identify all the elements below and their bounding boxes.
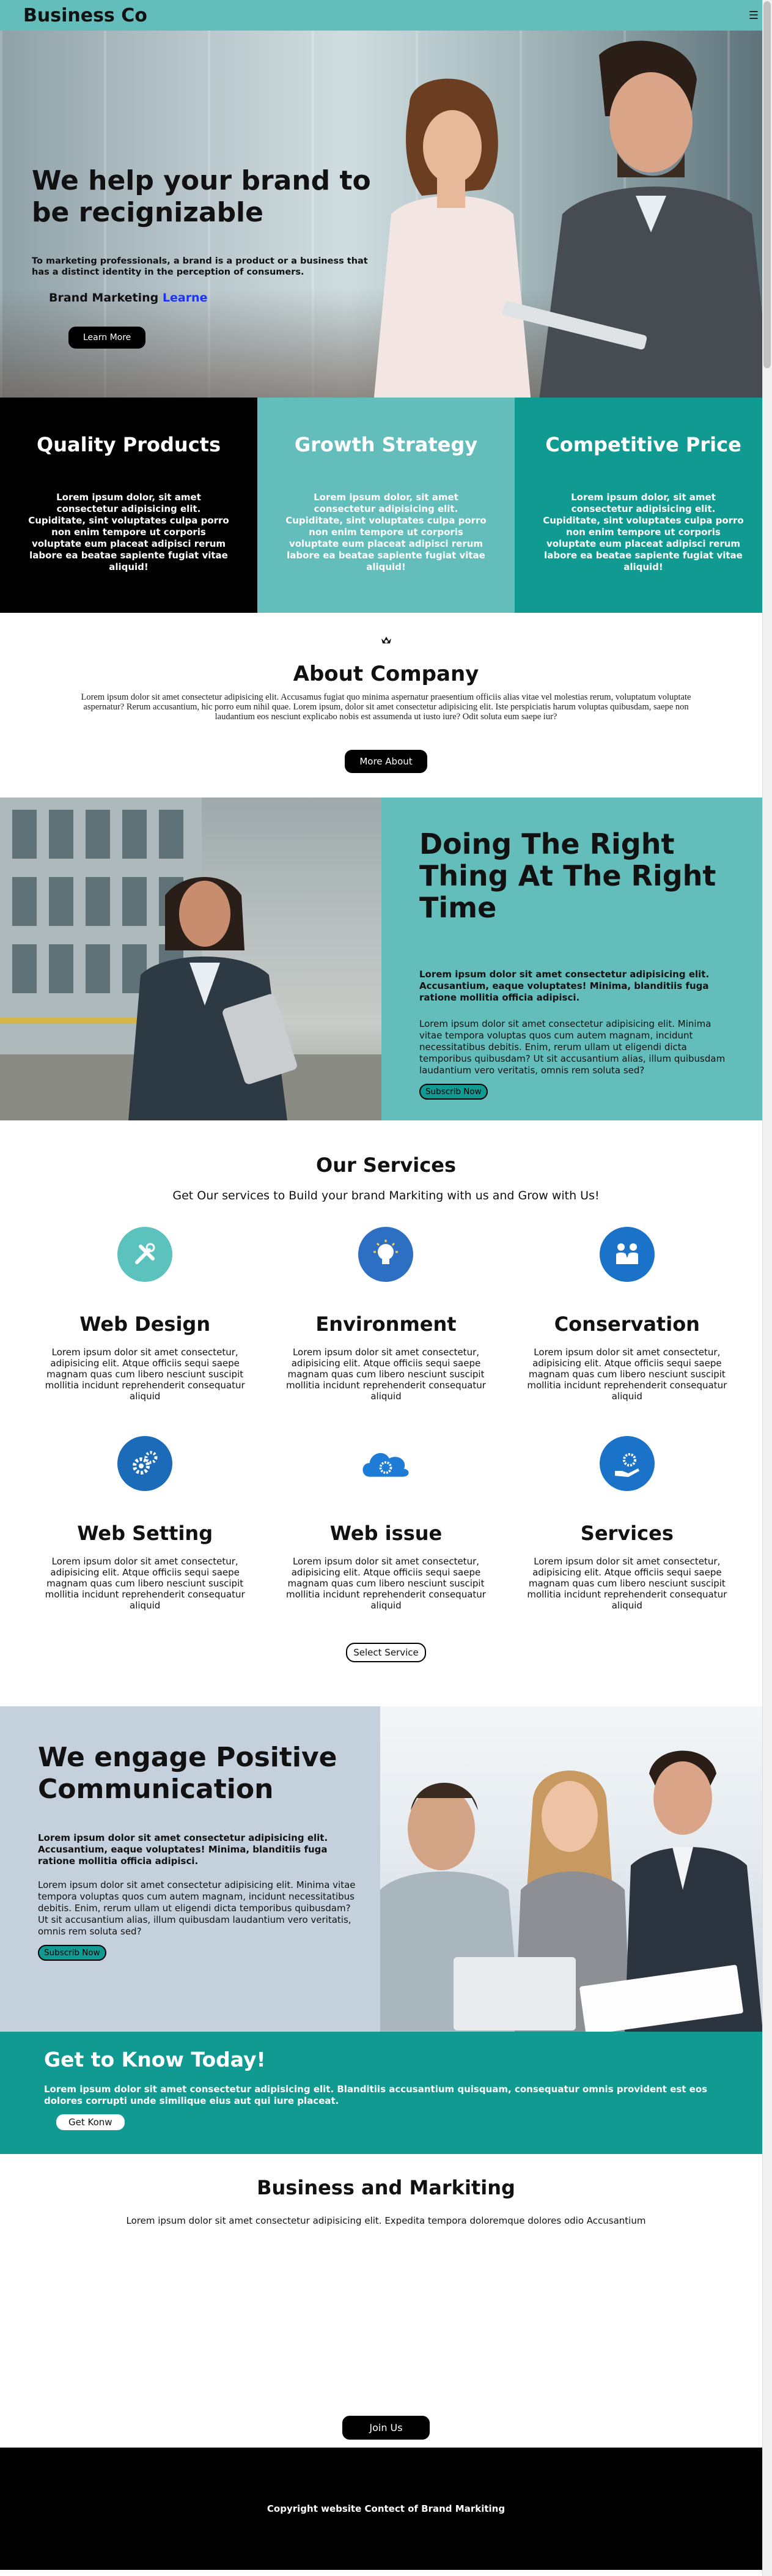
service-title: Environment [315,1312,457,1336]
service-card-environment: Environment Lorem ipsum dolor sit amet c… [265,1227,506,1402]
service-text: Lorem ipsum dolor sit amet consectetur, … [527,1347,727,1402]
right-thing-title: Doing The Right Thing At The Right Time [419,827,716,924]
know-text: Lorem ipsum dolor sit amet consectetur a… [44,2084,708,2106]
service-title: Web Design [79,1312,211,1336]
feature-growth-strategy: Growth Strategy Lorem ipsum dolor, sit a… [257,398,515,613]
engage-panel: We engage Positive Communication Lorem i… [0,1706,380,2032]
service-card-services: Services Lorem ipsum dolor sit amet cons… [507,1436,748,1611]
about-text: Lorem ipsum dolor sit amet consectetur a… [81,692,691,722]
footer-copyright: Copyright website Contect of Brand Marki… [267,2503,505,2514]
feature-text: Lorem ipsum dolor, sit amet consectetur … [28,492,229,572]
service-card-web-setting: Web Setting Lorem ipsum dolor sit amet c… [24,1436,265,1611]
feature-title: Competitive Price [545,433,741,456]
gears-icon [117,1436,173,1491]
cloud-gear-icon [358,1436,413,1491]
scrollbar-thumb[interactable] [763,1,771,368]
about-title: About Company [293,662,479,686]
service-text: Lorem ipsum dolor sit amet consectetur, … [45,1347,245,1402]
join-us-button[interactable]: Join Us [342,2416,430,2440]
service-card-web-issue: Web issue Lorem ipsum dolor sit amet con… [265,1436,506,1611]
features-strip: Quality Products Lorem ipsum dolor, sit … [0,398,772,613]
footer: Copyright website Contect of Brand Marki… [0,2448,772,2570]
lightbulb-icon [358,1227,414,1282]
feature-text: Lorem ipsum dolor, sit amet consectetur … [285,492,487,572]
business-section: Business and Markiting Lorem ipsum dolor… [0,2154,772,2448]
engage-body: Lorem ipsum dolor sit amet consectetur a… [38,1879,356,1937]
select-service-button[interactable]: Select Service [346,1643,426,1662]
service-text: Lorem ipsum dolor sit amet consectetur, … [286,1556,486,1611]
about-section: About Company Lorem ipsum dolor sit amet… [0,613,772,798]
feature-competitive-price: Competitive Price Lorem ipsum dolor, sit… [515,398,772,613]
page: Business Co ☰ We help your brand to be r… [0,0,772,2576]
right-thing-body: Lorem ipsum dolor sit amet consectetur a… [419,1018,726,1076]
more-about-button[interactable]: More About [345,750,427,773]
feature-title: Growth Strategy [294,433,478,456]
services-grid: Web Design Lorem ipsum dolor sit amet co… [0,1227,772,1611]
services-subtitle: Get Our services to Build your brand Mar… [172,1189,600,1202]
hero-brand-prefix: Brand Marketing [49,291,163,305]
know-title: Get to Know Today! [44,2048,266,2071]
hero-section: We help your brand to be recignizable To… [0,31,772,398]
services-section: Our Services Get Our services to Build y… [0,1120,772,1706]
hero-title: We help your brand to be recignizable [32,165,371,228]
hero-brand-link[interactable]: Learne [163,291,208,305]
services-title: Our Services [316,1153,456,1177]
feature-quality-products: Quality Products Lorem ipsum dolor, sit … [0,398,257,613]
brand-logo[interactable]: Business Co [23,5,147,26]
right-thing-section: Doing The Right Thing At The Right Time … [0,798,772,1120]
engage-section: We engage Positive Communication Lorem i… [0,1706,772,2032]
team-illustration [380,1750,763,2032]
service-card-conservation: Conservation Lorem ipsum dolor sit amet … [507,1227,748,1402]
hand-gear-icon [599,1436,655,1491]
business-title: Business and Markiting [257,2176,515,2199]
service-text: Lorem ipsum dolor sit amet consectetur, … [286,1347,486,1402]
service-text: Lorem ipsum dolor sit amet consectetur, … [45,1556,245,1611]
building-illustration [0,798,381,1120]
hero-man-image [502,40,771,398]
feature-text: Lorem ipsum dolor, sit amet consectetur … [543,492,744,572]
learn-more-button[interactable]: Learn More [68,327,146,349]
crown-icon [381,637,391,643]
businessman-image [0,798,381,1120]
business-text: Lorem ipsum dolor sit amet consectetur a… [126,2215,646,2226]
hero-subtitle: To marketing professionals, a brand is a… [32,256,368,277]
service-card-web-design: Web Design Lorem ipsum dolor sit amet co… [24,1227,265,1402]
service-title: Web Setting [77,1522,213,1545]
get-konw-button[interactable]: Get Konw [56,2114,125,2130]
handshake-icon [599,1227,655,1282]
right-thing-panel: Doing The Right Thing At The Right Time … [381,798,772,1120]
right-thing-lead: Lorem ipsum dolor sit amet consectetur a… [419,969,710,1003]
hero-brand-line: Brand Marketing Learne [49,291,399,305]
service-title: Services [580,1522,674,1545]
engage-subscribe-button[interactable]: Subscrib Now [38,1945,106,1961]
service-title: Conservation [554,1312,700,1336]
get-to-know-section: Get to Know Today! Lorem ipsum dolor sit… [0,2032,772,2154]
service-text: Lorem ipsum dolor sit amet consectetur, … [527,1556,727,1611]
team-meeting-image [380,1706,772,2032]
hamburger-menu-icon[interactable]: ☰ [749,9,759,22]
tools-icon [117,1227,173,1282]
vertical-scrollbar[interactable] [762,0,772,2576]
feature-title: Quality Products [36,433,221,456]
subscribe-now-button[interactable]: Subscrib Now [419,1084,488,1100]
engage-title: We engage Positive Communication [38,1742,337,1805]
top-nav: Business Co ☰ [0,0,772,31]
engage-lead: Lorem ipsum dolor sit amet consectetur a… [38,1832,328,1867]
hero-text: We help your brand to be recignizable To… [32,165,399,349]
service-title: Web issue [329,1522,443,1545]
